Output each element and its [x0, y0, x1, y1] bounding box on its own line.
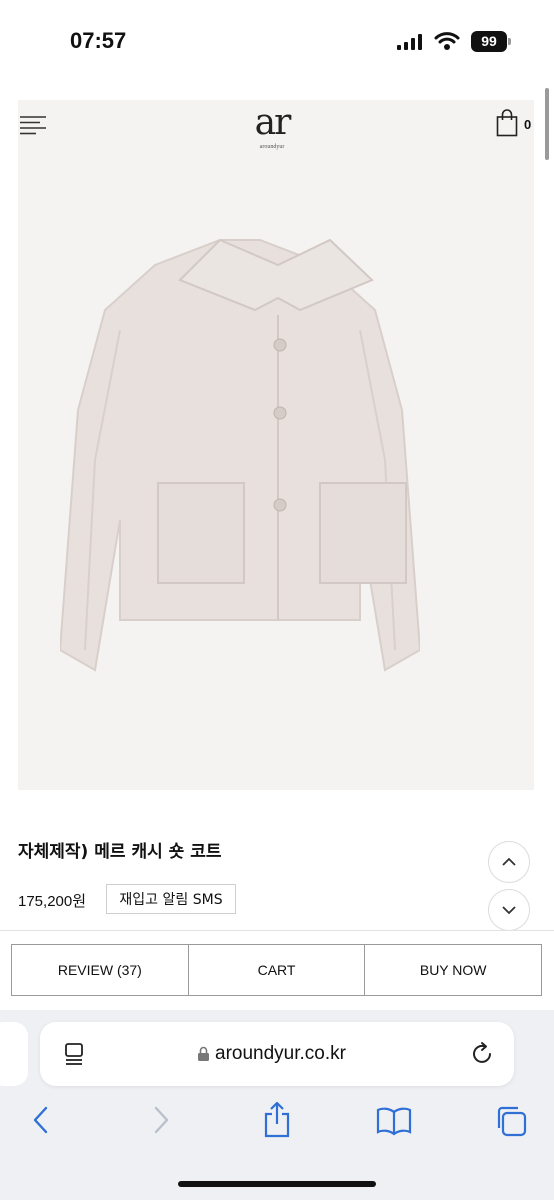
page-scrollbar[interactable]: [545, 88, 549, 160]
cart-button[interactable]: CART: [187, 945, 365, 995]
url-text[interactable]: aroundyur.co.kr: [215, 1043, 346, 1065]
menu-icon[interactable]: [20, 115, 46, 135]
review-button[interactable]: REVIEW (37): [12, 945, 188, 995]
back-icon[interactable]: [30, 1104, 52, 1136]
logo-subtitle: aroundyur: [259, 144, 285, 150]
shopping-bag-icon[interactable]: [496, 109, 518, 137]
battery-tip: [508, 38, 511, 45]
coat-image: [60, 238, 420, 672]
home-indicator[interactable]: [178, 1181, 376, 1187]
share-icon[interactable]: [262, 1100, 292, 1138]
reader-icon[interactable]: [64, 1042, 86, 1066]
logo-mark: ar: [254, 102, 292, 143]
previous-tab-peek[interactable]: [0, 1022, 28, 1086]
restock-sms-button[interactable]: 재입고 알림 SMS: [106, 884, 236, 914]
signal-icon: [397, 34, 422, 50]
wifi-icon: [434, 32, 460, 50]
battery-icon: 99: [471, 31, 507, 52]
scroll-bottom-button[interactable]: [488, 889, 530, 931]
forward-icon[interactable]: [150, 1104, 172, 1136]
chevron-up-icon: [502, 857, 516, 866]
reload-icon[interactable]: [470, 1041, 496, 1067]
buy-now-button[interactable]: BUY NOW: [364, 945, 541, 995]
cart-count[interactable]: 0: [524, 117, 531, 132]
lock-icon: [198, 1046, 209, 1061]
chevron-down-icon: [502, 906, 516, 915]
product-title: 자체제작) 메르 캐시 숏 코트: [18, 842, 222, 862]
action-buttons: REVIEW (37) CART BUY NOW: [11, 944, 542, 996]
scroll-top-button[interactable]: [488, 841, 530, 883]
status-time: 07:57: [70, 28, 127, 53]
tabs-icon[interactable]: [494, 1104, 528, 1138]
bookmarks-icon[interactable]: [376, 1106, 412, 1136]
site-logo[interactable]: ar aroundyur: [240, 102, 304, 151]
product-price: 175,200원: [18, 893, 87, 910]
